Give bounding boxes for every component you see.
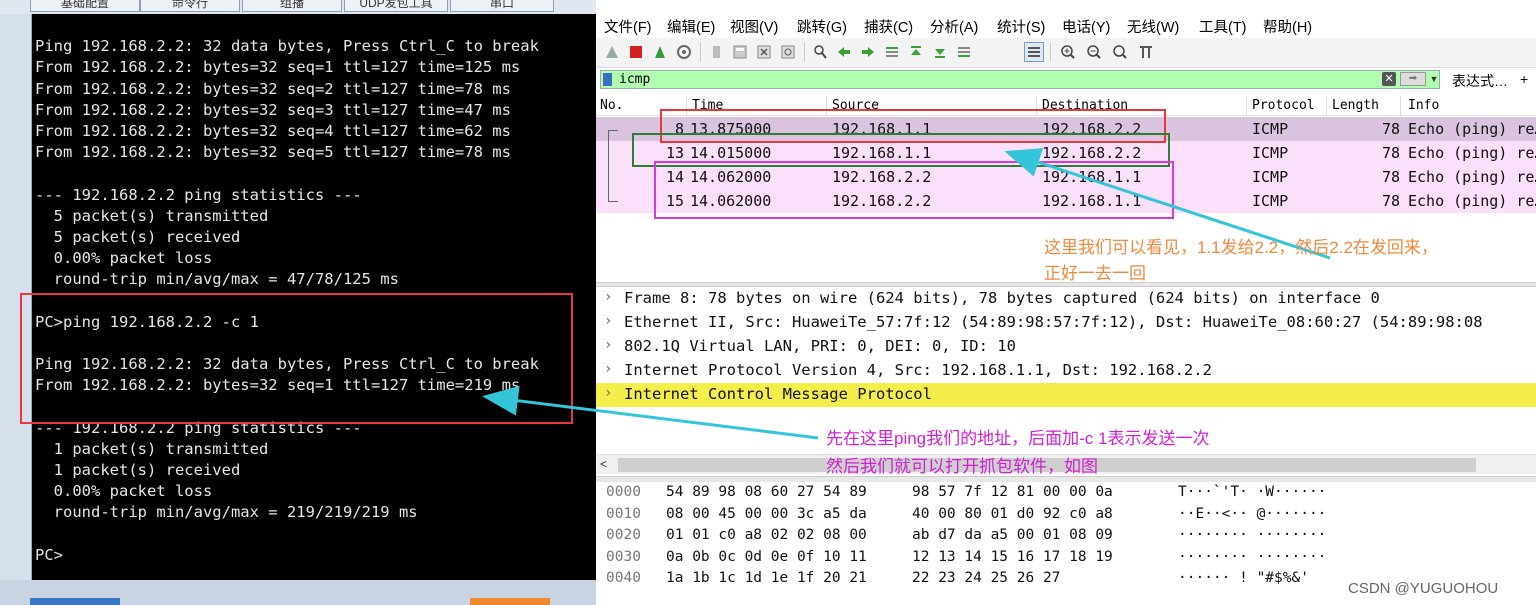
annotation-note-bottom-line1: 先在这里ping我们的地址，后面加-c 1表示发送一次 <box>826 429 1210 448</box>
annotation-note-bottom-line2: 然后我们就可以打开抓包软件，如图 <box>826 457 1098 476</box>
annotation-arrow-bottom <box>482 385 819 440</box>
annotation-note-top-line1: 这里我们可以看见，1.1发给2.2，然后2.2在发回来， <box>1044 238 1438 257</box>
annotation-arrows <box>482 148 1331 440</box>
annotation-note-top-line2: 正好一去一回 <box>1044 264 1146 283</box>
